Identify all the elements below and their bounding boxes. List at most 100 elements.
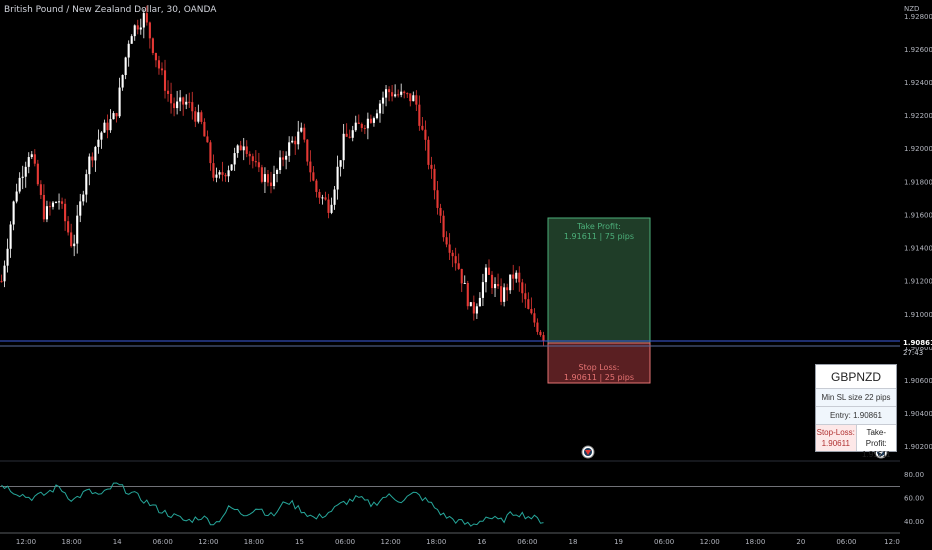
candle-body	[6, 248, 9, 266]
candle-body	[466, 282, 469, 307]
candle-body	[375, 113, 379, 119]
candle-body	[357, 122, 360, 124]
candle-body	[354, 122, 357, 131]
candle-body	[106, 122, 109, 131]
candle-body	[136, 25, 139, 30]
candle-body	[245, 146, 248, 154]
candle-body	[263, 174, 266, 182]
candle-body	[0, 281, 3, 283]
candle-body	[221, 172, 224, 175]
candle-body	[515, 272, 518, 279]
candle-body	[133, 25, 136, 37]
candle-body	[61, 201, 64, 204]
candle-body	[521, 282, 524, 294]
candle-body	[100, 132, 103, 140]
candle-body	[478, 297, 481, 307]
candle-body	[372, 118, 375, 123]
candle-body	[530, 308, 533, 314]
chart-canvas[interactable]: Take Profit: 1.91611 | 75 pips Stop Loss…	[0, 0, 932, 550]
time-tick-label: 20	[796, 538, 805, 546]
candle-body	[388, 89, 391, 93]
candle-body	[536, 322, 539, 332]
candle-body	[475, 306, 478, 314]
candle-body	[527, 299, 530, 309]
time-tick-label: 12:00	[198, 538, 218, 546]
time-tick-label: 16	[477, 538, 486, 546]
candle-body	[230, 164, 233, 171]
candle-body	[439, 207, 442, 216]
symbol-name: GBPNZD	[816, 365, 896, 389]
candle-body	[157, 60, 161, 69]
candle-body	[42, 194, 45, 220]
price-tick-label: 1.92400	[904, 79, 932, 87]
price-tick-label: 1.90400	[904, 410, 932, 418]
indicator-tick-label: 60.00	[904, 495, 924, 503]
candle-body	[342, 133, 345, 161]
time-tick-label: 12:00	[16, 538, 36, 546]
take-profit-cell-label: Take-Profit:	[865, 428, 887, 448]
candle-body	[215, 174, 218, 178]
time-tick-label: 06:00	[335, 538, 355, 546]
candle-body	[436, 190, 439, 208]
candle-body	[3, 265, 6, 282]
candle-body	[333, 189, 336, 205]
candle-body	[484, 267, 488, 283]
candle-body	[194, 111, 197, 122]
candle-body	[118, 87, 121, 117]
time-tick-label: 14	[113, 538, 122, 546]
candle-body	[30, 154, 33, 158]
candle-body	[506, 287, 509, 291]
candle-body	[300, 127, 303, 132]
candle-body	[448, 244, 451, 253]
time-tick-label: 18:00	[244, 538, 264, 546]
candle-body	[97, 139, 100, 147]
time-tick-label: 18:00	[745, 538, 765, 546]
chart-title: British Pound / New Zealand Dollar, 30, …	[4, 5, 217, 15]
candle-body	[73, 243, 76, 247]
candle-body	[239, 145, 242, 151]
candle-body	[206, 136, 209, 143]
candle-body	[64, 203, 67, 222]
candle-body	[173, 103, 176, 109]
candle-body	[139, 27, 142, 30]
candle-body	[394, 94, 397, 97]
price-tick-label: 1.92000	[904, 145, 932, 153]
candle-body	[233, 153, 236, 165]
candle-body	[445, 237, 448, 245]
candle-body	[179, 97, 182, 102]
candle-body	[487, 267, 491, 275]
candle-body	[509, 274, 512, 291]
candle-body	[418, 104, 421, 126]
candle-body	[251, 156, 254, 162]
candle-body	[51, 202, 55, 207]
candle-body	[112, 113, 115, 120]
candle-body	[288, 142, 291, 156]
candle-body	[391, 92, 394, 97]
candle-body	[324, 197, 327, 200]
candle-body	[315, 180, 318, 192]
long-position-tool[interactable]: Take Profit: 1.91611 | 75 pips Stop Loss…	[547, 217, 651, 384]
indicator-tick-label: 40.00	[904, 518, 924, 526]
candle-body	[67, 221, 70, 233]
time-tick-label: 12:00	[381, 538, 401, 546]
event-marker-1[interactable]	[581, 445, 595, 459]
candle-body	[9, 224, 12, 249]
time-tick-label: 18	[568, 538, 577, 546]
candle-body	[227, 170, 230, 177]
candle-body	[176, 101, 179, 109]
stop-loss-cell-value: 1.90611	[821, 439, 850, 448]
current-price-value: 1.90861	[903, 339, 932, 347]
candle-body	[454, 256, 457, 264]
candle-body	[260, 167, 263, 182]
candle-body	[94, 146, 97, 161]
candle-body	[166, 90, 170, 94]
candle-body	[500, 286, 503, 302]
candle-body	[409, 93, 412, 102]
candle-body	[121, 75, 124, 88]
candle-body	[236, 145, 239, 154]
candle-body	[442, 215, 445, 238]
candle-body	[518, 272, 521, 283]
candle-body	[427, 139, 430, 165]
time-tick-label: 06:00	[836, 538, 856, 546]
candle-body	[170, 93, 173, 104]
